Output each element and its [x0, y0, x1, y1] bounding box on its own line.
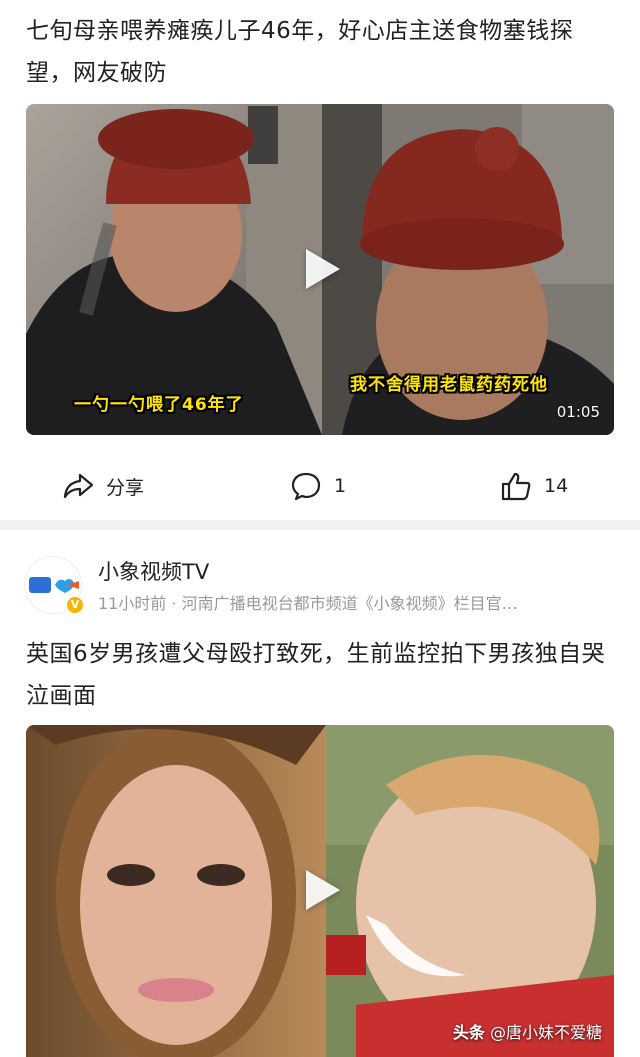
video2-right-frame: 头条 @唐小妹不爱糖 — [326, 725, 614, 1057]
xiaoxiang-logo-icon — [29, 577, 79, 593]
play-icon[interactable] — [306, 870, 340, 910]
author-meta: 11小时前 · 河南广播电视台都市频道《小象视频》栏目官… — [98, 594, 518, 613]
post1-action-bar: 分享 1 14 — [0, 462, 640, 510]
like-count: 14 — [544, 475, 569, 497]
play-icon[interactable] — [306, 249, 340, 289]
verified-badge-icon: V — [65, 595, 85, 615]
share-label: 分享 — [106, 476, 145, 499]
video1-caption-left: 一勺一勺喂了46年了 — [74, 395, 244, 415]
video1-caption-right: 我不舍得用老鼠药药死他 — [350, 375, 548, 395]
like-button[interactable]: 14 — [500, 462, 568, 510]
post1-video-thumbnail[interactable]: 一勺一勺喂了46年了 我不舍得用老鼠药药死他 01:05 — [26, 104, 614, 435]
thumbs-up-icon — [501, 472, 531, 501]
video2-left-frame — [26, 725, 326, 1057]
comment-button[interactable]: 1 — [290, 462, 346, 510]
watermark: 头条 @唐小妹不爱糖 — [453, 1019, 602, 1043]
comment-icon — [291, 472, 321, 501]
feed-divider — [0, 520, 640, 530]
video1-right-frame: 我不舍得用老鼠药药死他 01:05 — [322, 104, 614, 435]
watermark-platform: 头条 — [452, 1023, 485, 1042]
post2-title[interactable]: 英国6岁男孩遭父母殴打致死，生前监控拍下男孩独自哭泣画面 — [26, 633, 616, 717]
author-name[interactable]: 小象视频TV — [98, 556, 209, 586]
video1-left-frame: 一勺一勺喂了46年了 — [26, 104, 322, 435]
post2-video-thumbnail[interactable]: 头条 @唐小妹不爱糖 — [26, 725, 614, 1057]
watermark-handle: @唐小妹不爱糖 — [489, 1023, 602, 1042]
video-duration: 01:05 — [556, 403, 600, 421]
share-button[interactable]: 分享 — [62, 462, 144, 510]
share-icon — [63, 473, 94, 499]
author-avatar[interactable]: V — [24, 556, 85, 615]
comment-count: 1 — [334, 475, 347, 497]
post1-title[interactable]: 七旬母亲喂养瘫痪儿子46年，好心店主送食物塞钱探望，网友破防 — [26, 10, 616, 94]
